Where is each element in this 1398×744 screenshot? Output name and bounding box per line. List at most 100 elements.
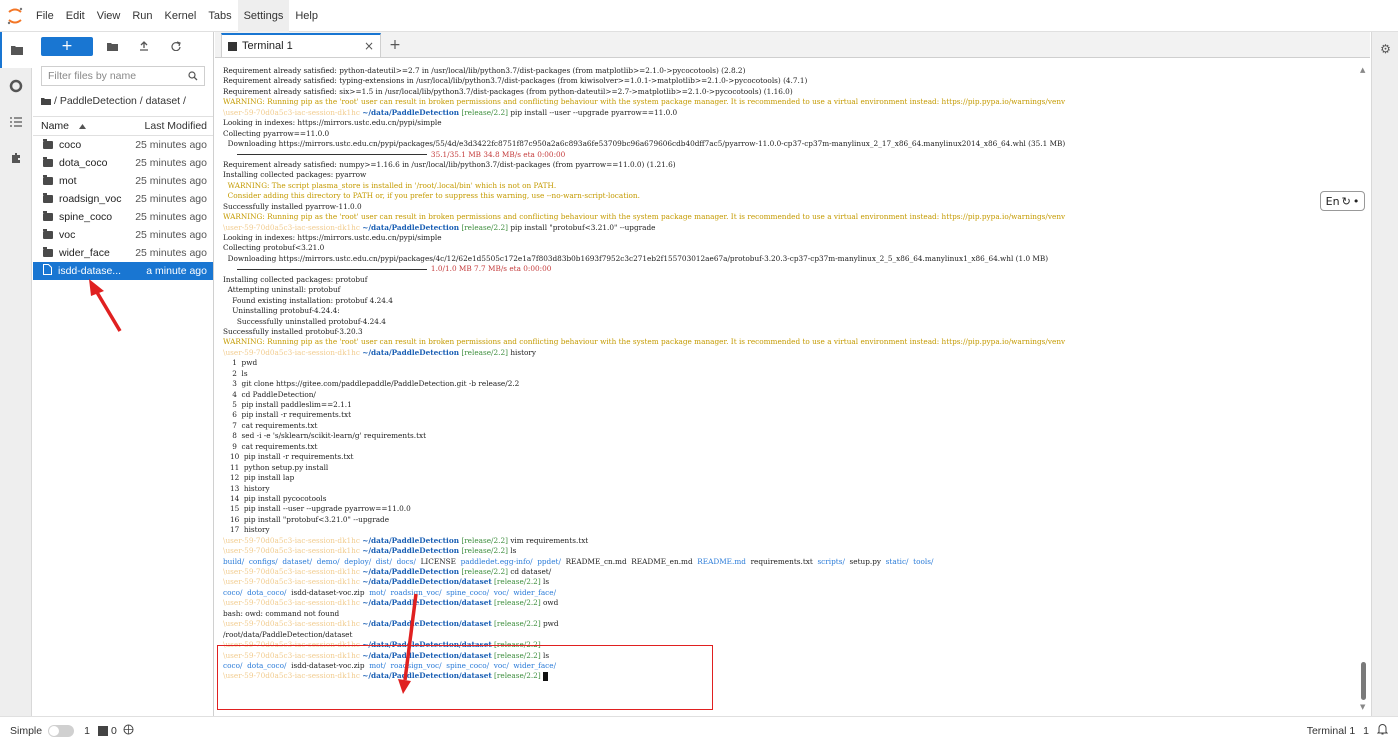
terminal-line: \user-59-70d0a5c3-iac-session-dk1hc ~/da… [223,577,1363,587]
file-list-item[interactable]: mot 25 minutes ago [33,172,213,190]
file-list-item[interactable]: voc 25 minutes ago [33,226,213,244]
terminal-text: Installing collected packages: pyarrow [223,170,367,180]
ime-mode-icon: ↻ [1341,194,1351,208]
terminal-text: \user-59-70d0a5c3-iac-session-dk1hc [223,546,360,556]
scroll-down-arrow-icon[interactable]: ▼ [1360,703,1365,711]
terminal-line: bash: owd: command not found [223,609,1363,619]
file-modified: 25 minutes ago [135,139,207,151]
terminals-count[interactable]: 1 [84,725,90,737]
file-list-item[interactable]: coco 25 minutes ago [33,136,213,154]
terminal-line: Attempting uninstall: protobuf [223,285,1363,295]
menu-settings[interactable]: Settings [237,0,290,32]
terminal-line: \user-59-70d0a5c3-iac-session-dk1hc ~/da… [223,348,1363,358]
terminal-text: \user-59-70d0a5c3-iac-session-dk1hc [223,640,360,650]
scroll-up-arrow-icon[interactable]: ▲ [1360,66,1365,74]
terminal-line: \user-59-70d0a5c3-iac-session-dk1hc ~/da… [223,536,1363,546]
terminal-text: scripts/ [817,556,845,566]
terminal-scrollbar-thumb[interactable] [1361,662,1366,700]
extensions-icon[interactable] [0,140,32,176]
terminal-line: Successfully installed pyarrow-11.0.0 [223,202,1363,212]
status-bar: Simple 1 0 Terminal 1 1 [0,716,1398,744]
terminal-spacer [223,150,237,159]
terminal-text: WARNING: Running pip as the 'root' user … [223,337,1066,347]
terminal-text: [release/2.2] [461,567,508,576]
menu-help[interactable]: Help [289,0,324,32]
terminal-text: \user-59-70d0a5c3-iac-session-dk1hc [223,598,360,608]
upload-icon[interactable] [131,37,157,56]
menu-view[interactable]: View [91,0,127,32]
menu-file[interactable]: File [30,0,60,32]
breadcrumb-path[interactable]: / PaddleDetection / dataset / [54,95,186,107]
menu-kernel[interactable]: Kernel [159,0,203,32]
terminal-text: \user-59-70d0a5c3-iac-session-dk1hc [223,671,360,681]
close-tab-icon[interactable]: × [364,39,374,53]
file-browser-icon[interactable] [0,32,32,68]
ime-indicator[interactable]: En ↻ • [1320,191,1365,211]
file-name: spine_coco [59,211,113,223]
property-inspector-gear-icon[interactable]: ⚙ [1372,32,1398,66]
kernels-count[interactable]: 0 [111,725,117,737]
terminal-text: ~/data/PaddleDetection/dataset [362,598,492,608]
menu-tabs[interactable]: Tabs [202,0,237,32]
terminal-text: Found existing installation: protobuf 4.… [223,295,393,305]
active-tab-count: 1 [1363,724,1369,737]
terminal-line: Consider adding this directory to PATH o… [223,191,1363,201]
column-last-modified-header[interactable]: Last Modified [145,120,207,132]
terminal-text: 17 history [223,525,270,535]
terminal-text: [release/2.2] [494,598,541,608]
terminal-line: 15 pip install --user --upgrade pyarrow=… [223,504,1363,514]
terminal-line: 11 python setup.py install [223,463,1363,473]
filter-files-input[interactable] [48,70,188,82]
new-folder-icon[interactable] [99,37,125,56]
terminal-text: pip install "protobuf<3.21.0" --upgrade [510,222,656,232]
file-list-header: Name Last Modified [33,116,213,136]
terminal-spacer [223,264,237,273]
add-tab-button[interactable]: + [385,35,405,55]
new-launcher-button[interactable]: + [41,36,93,56]
terminal-line: coco/ dota_coco/ isdd-dataset-voc.zip mo… [223,661,1363,671]
terminal-text: [release/2.2] [461,107,508,117]
terminal-text: README_cn.md [565,556,627,566]
terminal-text: \user-59-70d0a5c3-iac-session-dk1hc [223,577,360,587]
column-name-header[interactable]: Name [41,120,145,132]
file-list-item[interactable]: isdd-datase... a minute ago [33,262,213,280]
terminal-output[interactable]: Requirement already satisfied: python-da… [223,66,1363,714]
terminal-text: README.md [697,556,746,566]
running-sessions-icon[interactable] [0,68,32,104]
terminal-text: 4 cd PaddleDetection/ [223,389,316,399]
terminal-text: 12 pip install lap [223,473,295,483]
tab-label: Terminal 1 [242,40,293,52]
sort-ascending-icon [79,123,87,129]
filter-files-field[interactable] [41,66,205,86]
file-list-item[interactable]: roadsign_voc 25 minutes ago [33,190,213,208]
terminal-line: Found existing installation: protobuf 4.… [223,296,1363,306]
terminal-text: pip install --user --upgrade pyarrow==11… [510,107,678,117]
file-modified: 25 minutes ago [135,211,207,223]
file-list-item[interactable]: dota_coco 25 minutes ago [33,154,213,172]
terminal-text: dist/ [375,556,392,566]
tab-bar: Terminal 1 × + [215,32,1370,58]
notifications-bell-icon[interactable] [1376,723,1389,738]
terminal-text: Requirement already satisfied: typing-ex… [223,76,808,86]
terminal-text: deploy/ [344,556,372,566]
table-of-contents-icon[interactable] [0,104,32,140]
right-sidebar: ⚙ [1371,32,1398,716]
tab-terminal-1[interactable]: Terminal 1 × [221,33,381,57]
terminal-text: WARNING: Running pip as the 'root' user … [223,212,1066,222]
breadcrumb[interactable]: / PaddleDetection / dataset / [33,90,213,112]
terminal-text: ~/data/PaddleDetection [362,546,460,556]
globe-icon[interactable] [123,724,134,738]
terminal-text: Consider adding this directory to PATH o… [223,191,640,201]
terminal-line: 17 history [223,525,1363,535]
terminal-line: \user-59-70d0a5c3-iac-session-dk1hc ~/da… [223,223,1363,233]
terminal-spacer [556,588,561,597]
menu-run[interactable]: Run [126,0,158,32]
file-list-item[interactable]: wider_face 25 minutes ago [33,244,213,262]
file-list-item[interactable]: spine_coco 25 minutes ago [33,208,213,226]
simple-mode-toggle[interactable] [48,724,75,737]
terminal-text: ls [510,546,517,556]
terminal-text: \user-59-70d0a5c3-iac-session-dk1hc [223,222,360,232]
refresh-icon[interactable] [163,37,189,56]
menu-edit[interactable]: Edit [60,0,91,32]
terminal-text: Requirement already satisfied: python-da… [223,66,746,75]
